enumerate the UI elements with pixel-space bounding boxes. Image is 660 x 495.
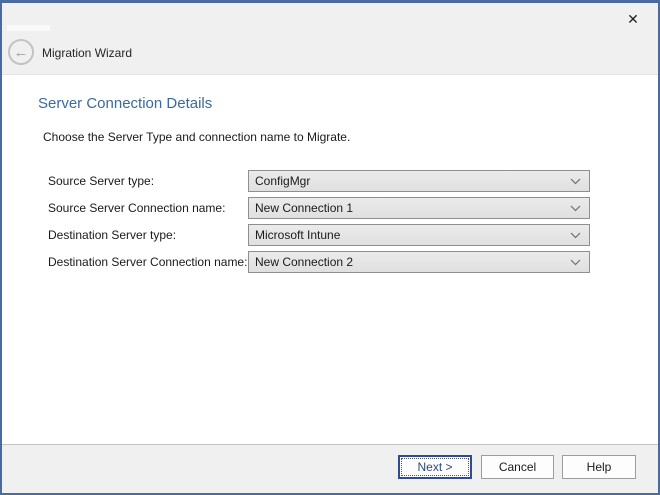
chevron-down-icon <box>570 232 581 239</box>
instruction-text: Choose the Server Type and connection na… <box>43 130 350 144</box>
titlebar-highlight <box>7 25 50 31</box>
back-button[interactable]: ← <box>8 39 34 65</box>
help-button[interactable]: Help <box>562 455 636 479</box>
form-row-destination-connection-name: Destination Server Connection name: New … <box>2 251 658 273</box>
page-title: Server Connection Details <box>38 95 212 112</box>
cancel-button[interactable]: Cancel <box>481 455 554 479</box>
wizard-title: Migration Wizard <box>42 46 132 60</box>
source-connection-name-value: New Connection 1 <box>255 201 570 215</box>
destination-connection-name-value: New Connection 2 <box>255 255 570 269</box>
destination-server-type-value: Microsoft Intune <box>255 228 570 242</box>
wizard-footer: Next > Cancel Help <box>2 444 658 493</box>
form-row-source-connection-name: Source Server Connection name: New Conne… <box>2 197 658 219</box>
source-server-type-select[interactable]: ConfigMgr <box>248 170 590 192</box>
source-connection-name-label: Source Server Connection name: <box>48 197 225 219</box>
wizard-content: Server Connection Details Choose the Ser… <box>2 76 658 444</box>
form-row-destination-server-type: Destination Server type: Microsoft Intun… <box>2 224 658 246</box>
back-arrow-icon: ← <box>14 45 29 60</box>
source-server-type-label: Source Server type: <box>48 170 154 192</box>
migration-wizard-window: ✕ ← Migration Wizard Server Connection D… <box>0 0 660 495</box>
form-row-source-server-type: Source Server type: ConfigMgr <box>2 170 658 192</box>
chevron-down-icon <box>570 259 581 266</box>
close-icon[interactable]: ✕ <box>620 8 646 30</box>
destination-connection-name-select[interactable]: New Connection 2 <box>248 251 590 273</box>
destination-server-type-select[interactable]: Microsoft Intune <box>248 224 590 246</box>
wizard-header: ✕ ← Migration Wizard <box>2 3 658 75</box>
source-connection-name-select[interactable]: New Connection 1 <box>248 197 590 219</box>
destination-connection-name-label: Destination Server Connection name: <box>48 251 247 273</box>
chevron-down-icon <box>570 205 581 212</box>
destination-server-type-label: Destination Server type: <box>48 224 176 246</box>
chevron-down-icon <box>570 178 581 185</box>
source-server-type-value: ConfigMgr <box>255 174 570 188</box>
next-button[interactable]: Next > <box>398 455 472 479</box>
